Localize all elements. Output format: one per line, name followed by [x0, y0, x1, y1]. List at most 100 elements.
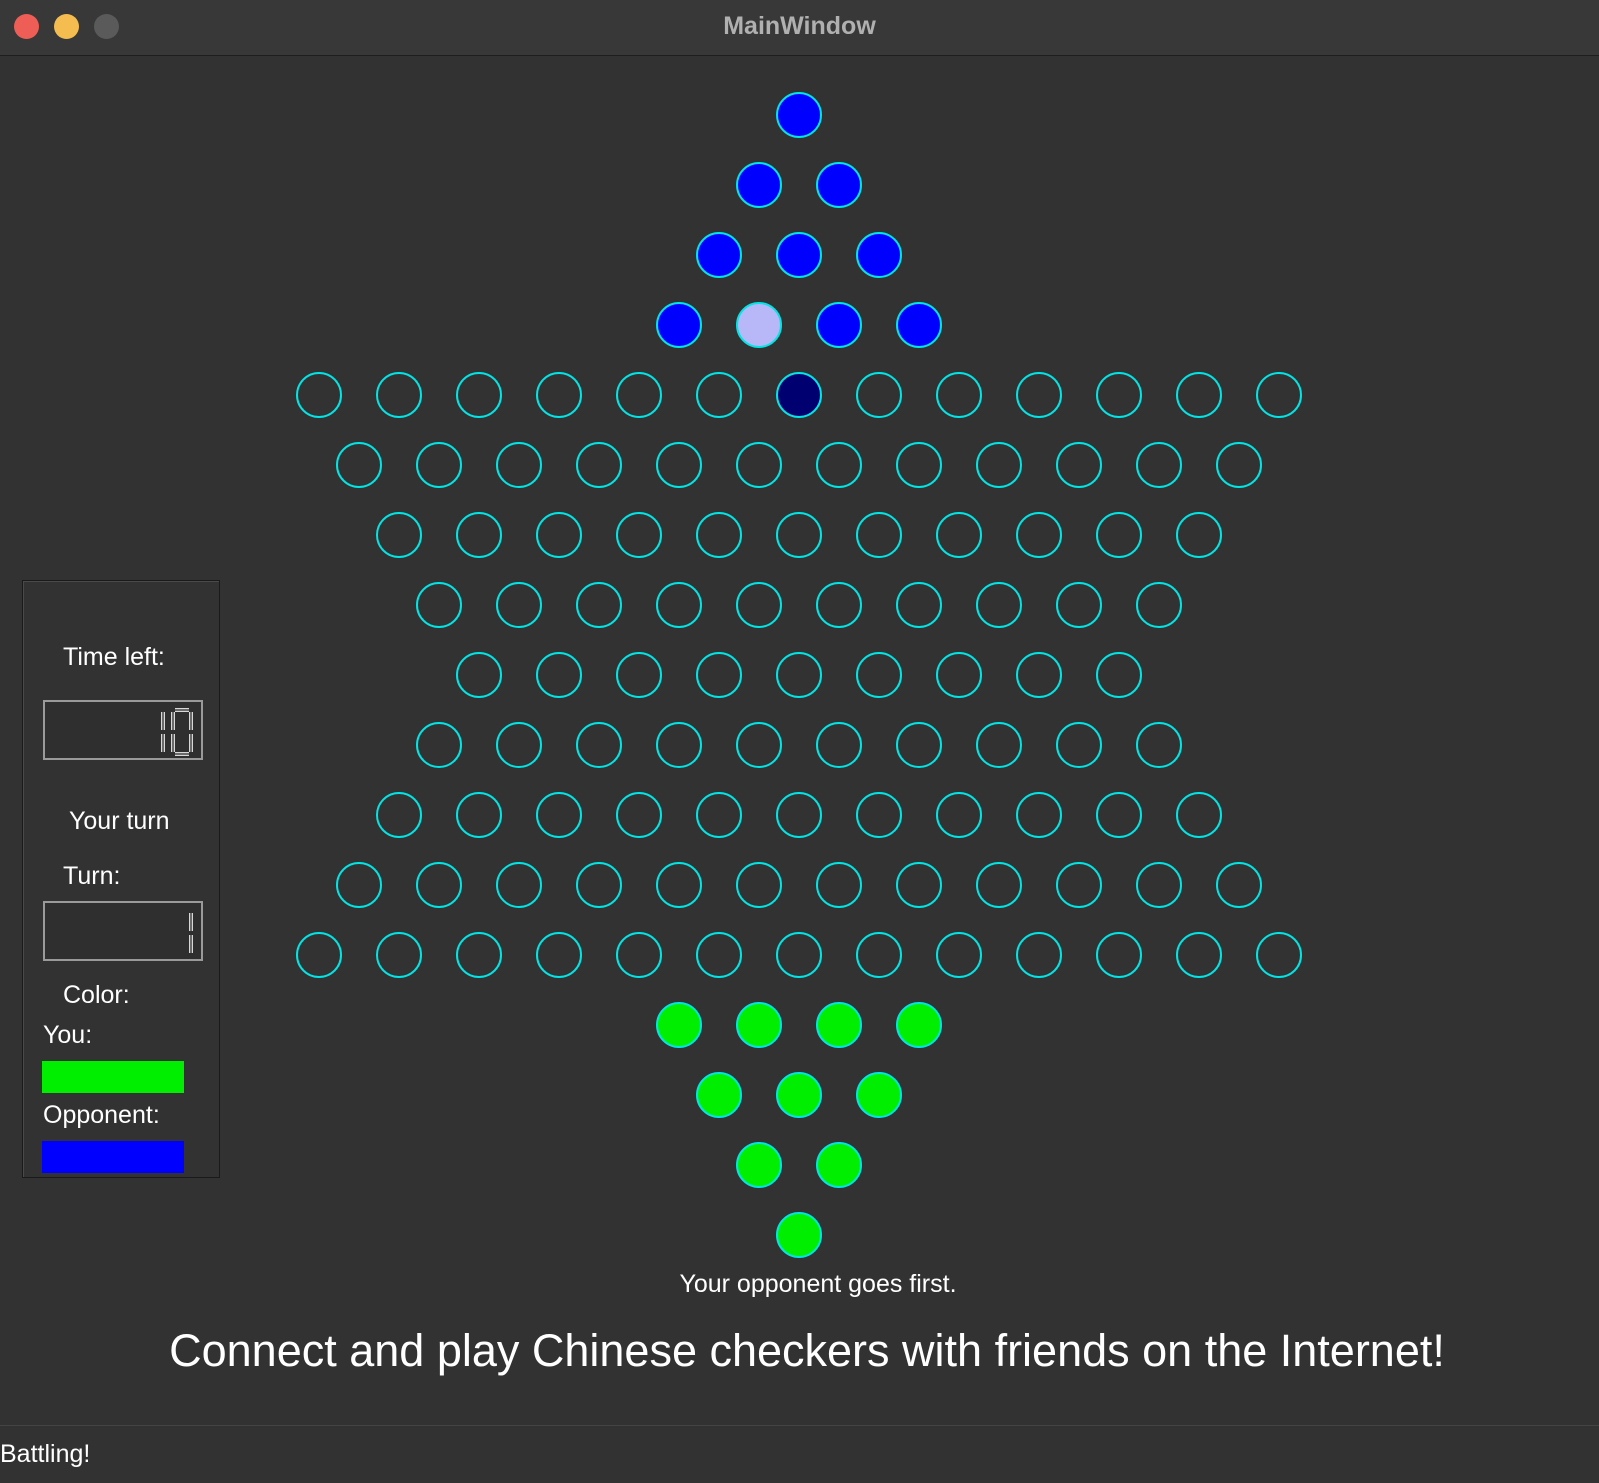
empty-hole[interactable] [856, 792, 902, 838]
empty-hole[interactable] [1096, 372, 1142, 418]
empty-hole[interactable] [776, 792, 822, 838]
empty-hole[interactable] [1136, 442, 1182, 488]
empty-hole[interactable] [1216, 862, 1262, 908]
empty-hole[interactable] [1056, 582, 1102, 628]
empty-hole[interactable] [1056, 442, 1102, 488]
opponent-piece[interactable] [776, 232, 822, 278]
empty-hole[interactable] [976, 722, 1022, 768]
player-piece[interactable] [816, 1002, 862, 1048]
empty-hole[interactable] [376, 932, 422, 978]
empty-hole[interactable] [296, 932, 342, 978]
empty-hole[interactable] [696, 652, 742, 698]
opponent-piece[interactable] [816, 302, 862, 348]
empty-hole[interactable] [576, 862, 622, 908]
empty-hole[interactable] [1136, 582, 1182, 628]
opponent-piece[interactable] [696, 232, 742, 278]
player-piece[interactable] [776, 1212, 822, 1258]
empty-hole[interactable] [1056, 862, 1102, 908]
empty-hole[interactable] [1176, 792, 1222, 838]
empty-hole[interactable] [416, 442, 462, 488]
empty-hole[interactable] [616, 372, 662, 418]
empty-hole[interactable] [1016, 792, 1062, 838]
empty-hole[interactable] [536, 932, 582, 978]
opponent-piece[interactable] [896, 302, 942, 348]
empty-hole[interactable] [376, 372, 422, 418]
empty-hole[interactable] [536, 372, 582, 418]
empty-hole[interactable] [496, 442, 542, 488]
empty-hole[interactable] [936, 792, 982, 838]
empty-hole[interactable] [816, 582, 862, 628]
empty-hole[interactable] [1176, 372, 1222, 418]
empty-hole[interactable] [1176, 932, 1222, 978]
empty-hole[interactable] [496, 862, 542, 908]
empty-hole[interactable] [616, 792, 662, 838]
empty-hole[interactable] [1096, 652, 1142, 698]
empty-hole[interactable] [1256, 372, 1302, 418]
empty-hole[interactable] [336, 442, 382, 488]
opponent-piece[interactable] [736, 162, 782, 208]
empty-hole[interactable] [816, 722, 862, 768]
empty-hole[interactable] [376, 792, 422, 838]
target-hole[interactable] [776, 372, 822, 418]
empty-hole[interactable] [976, 862, 1022, 908]
empty-hole[interactable] [536, 792, 582, 838]
empty-hole[interactable] [936, 372, 982, 418]
empty-hole[interactable] [816, 442, 862, 488]
empty-hole[interactable] [976, 442, 1022, 488]
empty-hole[interactable] [856, 372, 902, 418]
empty-hole[interactable] [776, 652, 822, 698]
empty-hole[interactable] [336, 862, 382, 908]
empty-hole[interactable] [856, 512, 902, 558]
empty-hole[interactable] [696, 792, 742, 838]
empty-hole[interactable] [416, 862, 462, 908]
empty-hole[interactable] [576, 442, 622, 488]
empty-hole[interactable] [456, 792, 502, 838]
empty-hole[interactable] [536, 512, 582, 558]
empty-hole[interactable] [456, 932, 502, 978]
empty-hole[interactable] [296, 372, 342, 418]
opponent-piece[interactable] [856, 232, 902, 278]
empty-hole[interactable] [416, 722, 462, 768]
empty-hole[interactable] [896, 862, 942, 908]
empty-hole[interactable] [1016, 932, 1062, 978]
title-bar[interactable]: MainWindow [0, 0, 1599, 56]
player-piece[interactable] [776, 1072, 822, 1118]
empty-hole[interactable] [936, 652, 982, 698]
empty-hole[interactable] [616, 932, 662, 978]
empty-hole[interactable] [376, 512, 422, 558]
empty-hole[interactable] [456, 652, 502, 698]
empty-hole[interactable] [656, 722, 702, 768]
selected-piece[interactable] [736, 302, 782, 348]
empty-hole[interactable] [976, 582, 1022, 628]
opponent-piece[interactable] [776, 92, 822, 138]
empty-hole[interactable] [1136, 862, 1182, 908]
empty-hole[interactable] [856, 932, 902, 978]
player-piece[interactable] [696, 1072, 742, 1118]
empty-hole[interactable] [696, 372, 742, 418]
empty-hole[interactable] [656, 442, 702, 488]
empty-hole[interactable] [1096, 792, 1142, 838]
opponent-piece[interactable] [816, 162, 862, 208]
player-piece[interactable] [656, 1002, 702, 1048]
empty-hole[interactable] [816, 862, 862, 908]
player-piece[interactable] [816, 1142, 862, 1188]
empty-hole[interactable] [736, 442, 782, 488]
empty-hole[interactable] [1216, 442, 1262, 488]
empty-hole[interactable] [536, 652, 582, 698]
empty-hole[interactable] [896, 442, 942, 488]
empty-hole[interactable] [1016, 652, 1062, 698]
empty-hole[interactable] [736, 722, 782, 768]
empty-hole[interactable] [1016, 372, 1062, 418]
empty-hole[interactable] [936, 512, 982, 558]
empty-hole[interactable] [1056, 722, 1102, 768]
empty-hole[interactable] [1096, 932, 1142, 978]
empty-hole[interactable] [776, 932, 822, 978]
empty-hole[interactable] [616, 512, 662, 558]
empty-hole[interactable] [496, 582, 542, 628]
empty-hole[interactable] [576, 722, 622, 768]
empty-hole[interactable] [456, 512, 502, 558]
empty-hole[interactable] [416, 582, 462, 628]
empty-hole[interactable] [1016, 512, 1062, 558]
empty-hole[interactable] [496, 722, 542, 768]
empty-hole[interactable] [696, 512, 742, 558]
